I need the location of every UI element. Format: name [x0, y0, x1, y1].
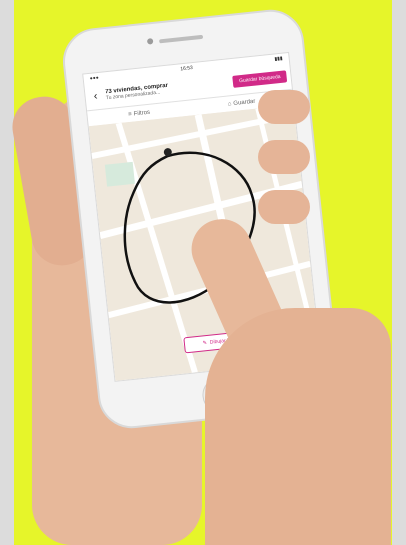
battery-indicator: ▮▮▮: [274, 55, 283, 63]
filter-icon: ≡: [127, 111, 133, 119]
front-camera: [146, 38, 154, 45]
left-finger: [258, 140, 310, 174]
back-arrow-icon[interactable]: ‹: [89, 90, 102, 103]
pencil-icon: ✎: [202, 340, 208, 347]
left-finger: [258, 190, 310, 224]
left-finger: [258, 90, 310, 124]
left-border-strip: [0, 0, 14, 545]
earpiece: [158, 34, 204, 44]
right-border-strip: [392, 0, 406, 545]
park-area: [104, 161, 135, 187]
screenshot-frame: ●●● 16:53 ▮▮▮ ‹ 73 viviendas, comprar Tu…: [0, 0, 406, 545]
status-time: 16:53: [180, 65, 194, 73]
right-hand: [205, 308, 391, 545]
save-search-button[interactable]: Guardar búsqueda: [232, 70, 288, 88]
tab-filters-label: Filtros: [133, 109, 151, 118]
tab-save-label: Guardar: [233, 98, 256, 107]
save-icon: ⌂: [227, 101, 232, 108]
signal-indicator: ●●●: [89, 74, 100, 82]
